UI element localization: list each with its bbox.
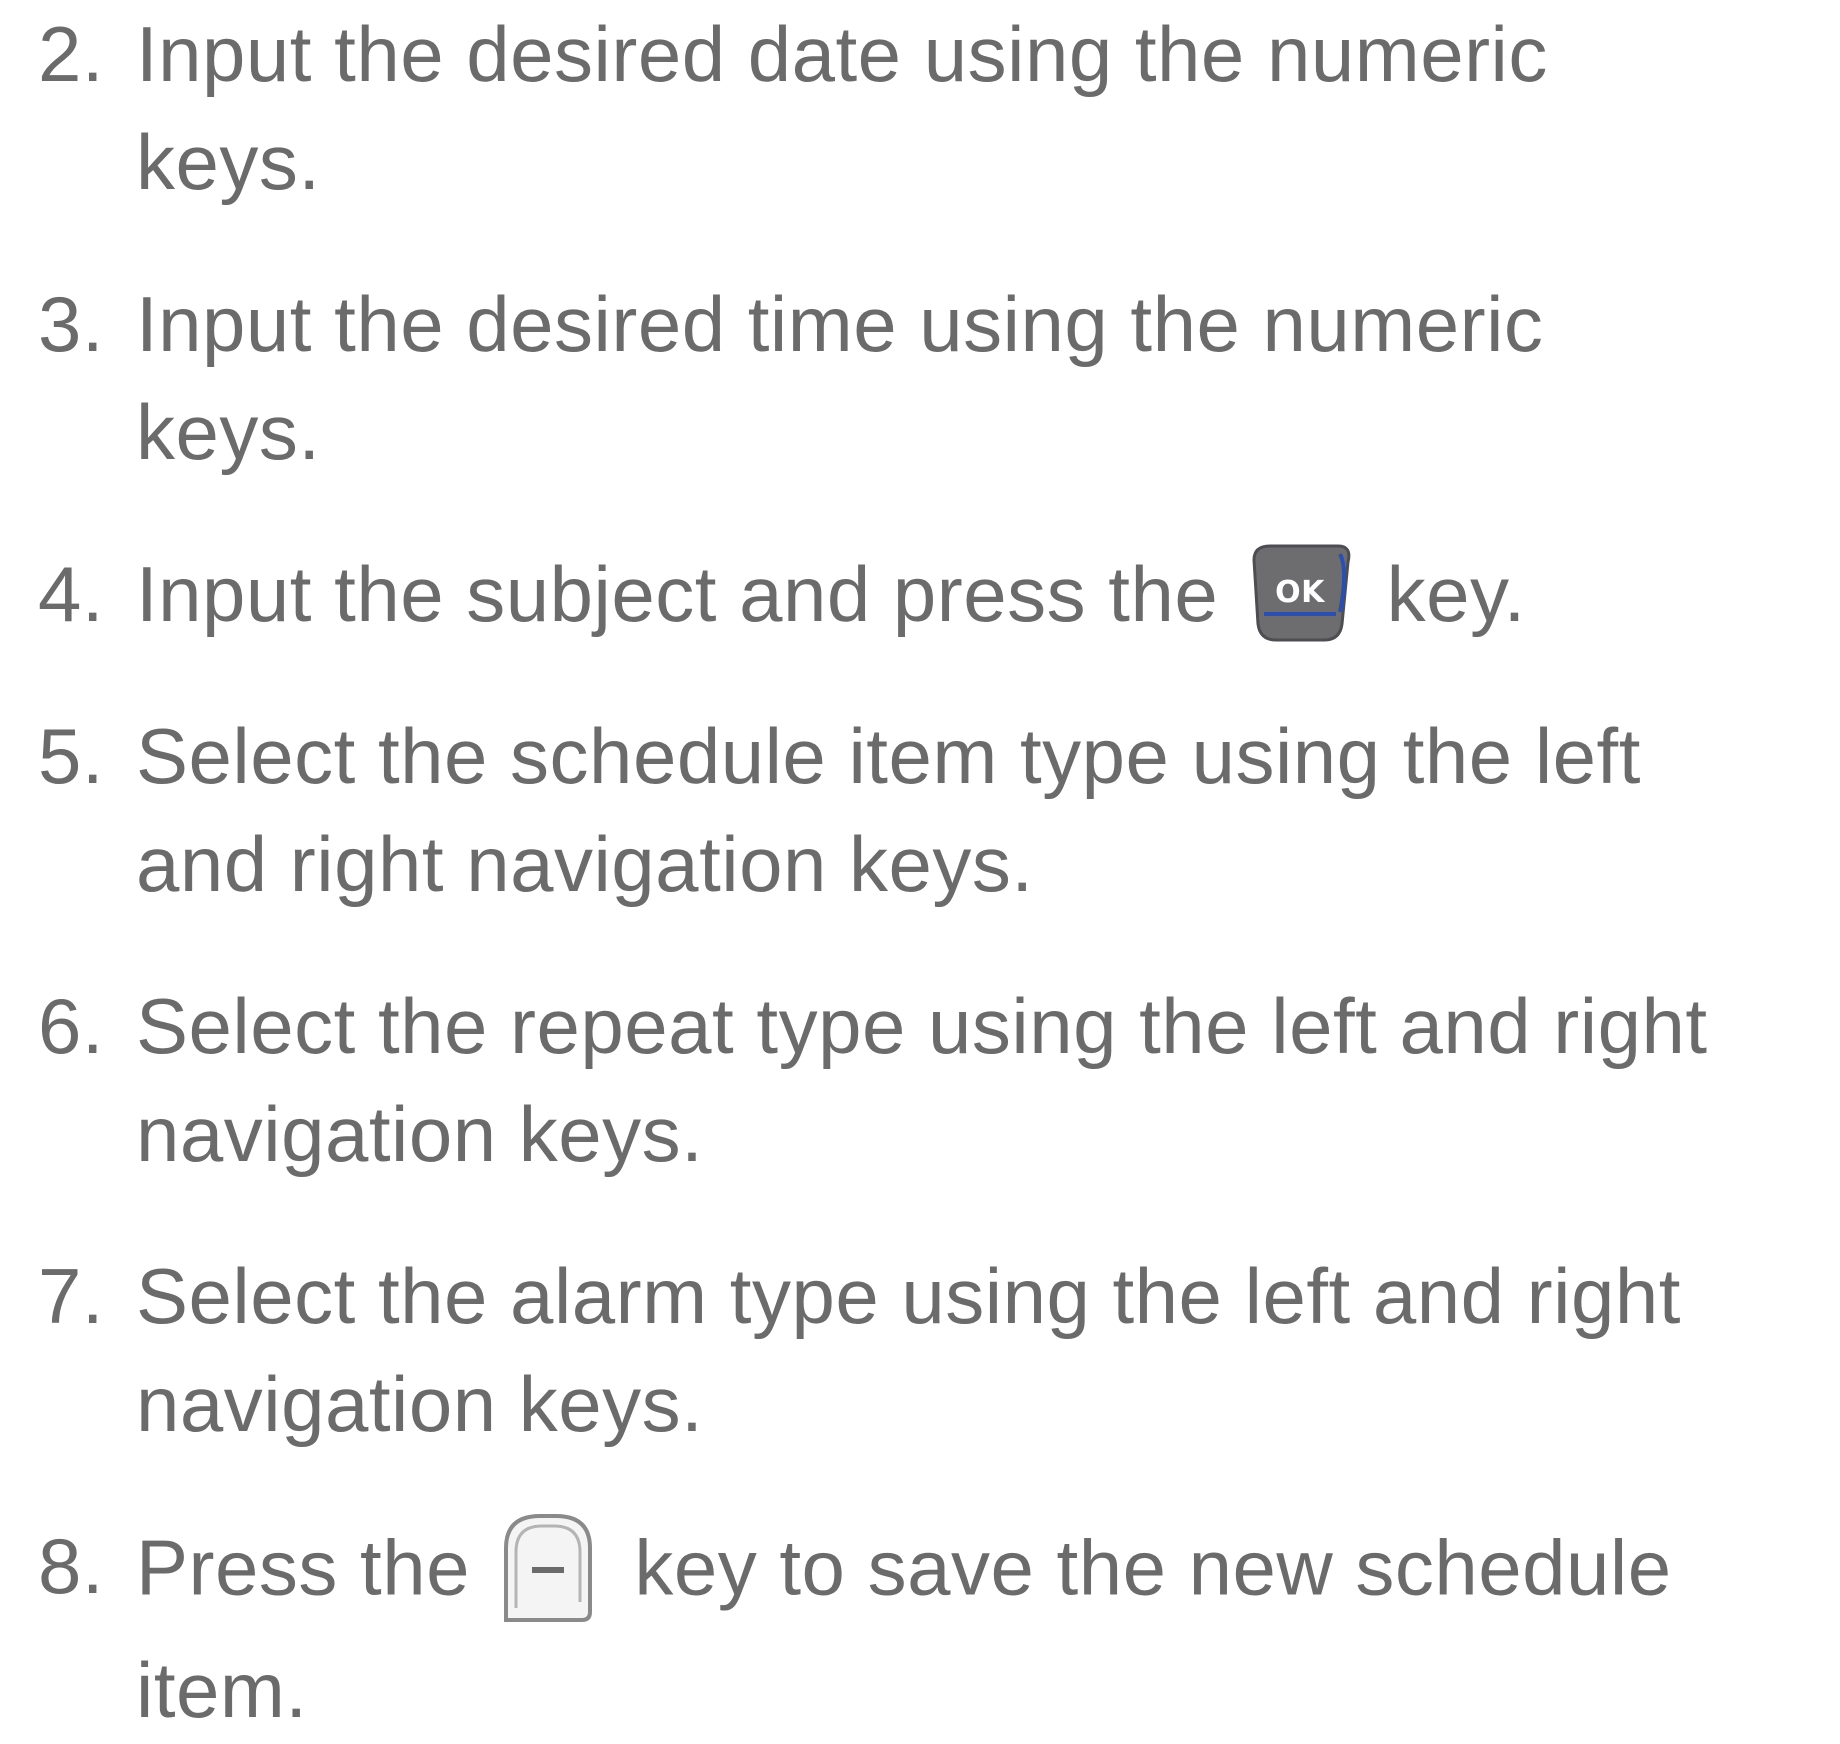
left-soft-key-icon <box>492 1508 604 1632</box>
step-text: Input the desired time using the numeric… <box>136 270 1826 486</box>
step-text-line-1: Select the alarm type using the left and… <box>136 1252 1681 1340</box>
step-text-after-icon: key. <box>1386 550 1526 638</box>
step-text: Input the desired date using the numeric… <box>136 0 1826 216</box>
step-number: 8. <box>38 1522 105 1610</box>
step-text: Select the alarm type using the left and… <box>136 1242 1826 1458</box>
step-text-line-2: navigation keys. <box>136 1090 704 1178</box>
step-text-line-2: keys. <box>136 388 321 476</box>
step-text: Press the key to save the new schedule i… <box>136 1512 1826 1744</box>
step-text-line-1: Press the key to save the new schedule <box>136 1512 1826 1636</box>
step-number: 7. <box>38 1252 105 1340</box>
step-text-line-2: item. <box>136 1646 308 1734</box>
step-number: 2. <box>38 10 105 98</box>
step-text-before-icon: Input the subject and press the <box>136 550 1219 638</box>
step-number: 4. <box>38 550 105 638</box>
step-number: 6. <box>38 982 105 1070</box>
step-text-line-2: keys. <box>136 118 321 206</box>
step-number: 5. <box>38 712 105 800</box>
step-text-line-1: Select the schedule item type using the … <box>136 712 1641 800</box>
step-text-after-icon: key to save the new schedule <box>634 1523 1672 1612</box>
step-text-line-1: Input the desired date using the numeric <box>136 10 1548 98</box>
step-text-before-icon: Press the <box>136 1523 470 1612</box>
step-text-line-2: and right navigation keys. <box>136 820 1034 908</box>
ok-key-icon: OK <box>1244 540 1356 648</box>
step-text-line-1: Select the repeat type using the left an… <box>136 982 1708 1070</box>
step-text-line-1: Input the desired time using the numeric <box>136 280 1544 368</box>
step-text-line-1: Input the subject and press the OK key. <box>136 540 1826 654</box>
step-text: Select the schedule item type using the … <box>136 702 1826 918</box>
svg-text:OK: OK <box>1276 575 1327 610</box>
step-text: Input the subject and press the OK key. <box>136 540 1826 654</box>
step-text-line-2: navigation keys. <box>136 1360 704 1448</box>
step-number: 3. <box>38 280 105 368</box>
step-text: Select the repeat type using the left an… <box>136 972 1826 1188</box>
